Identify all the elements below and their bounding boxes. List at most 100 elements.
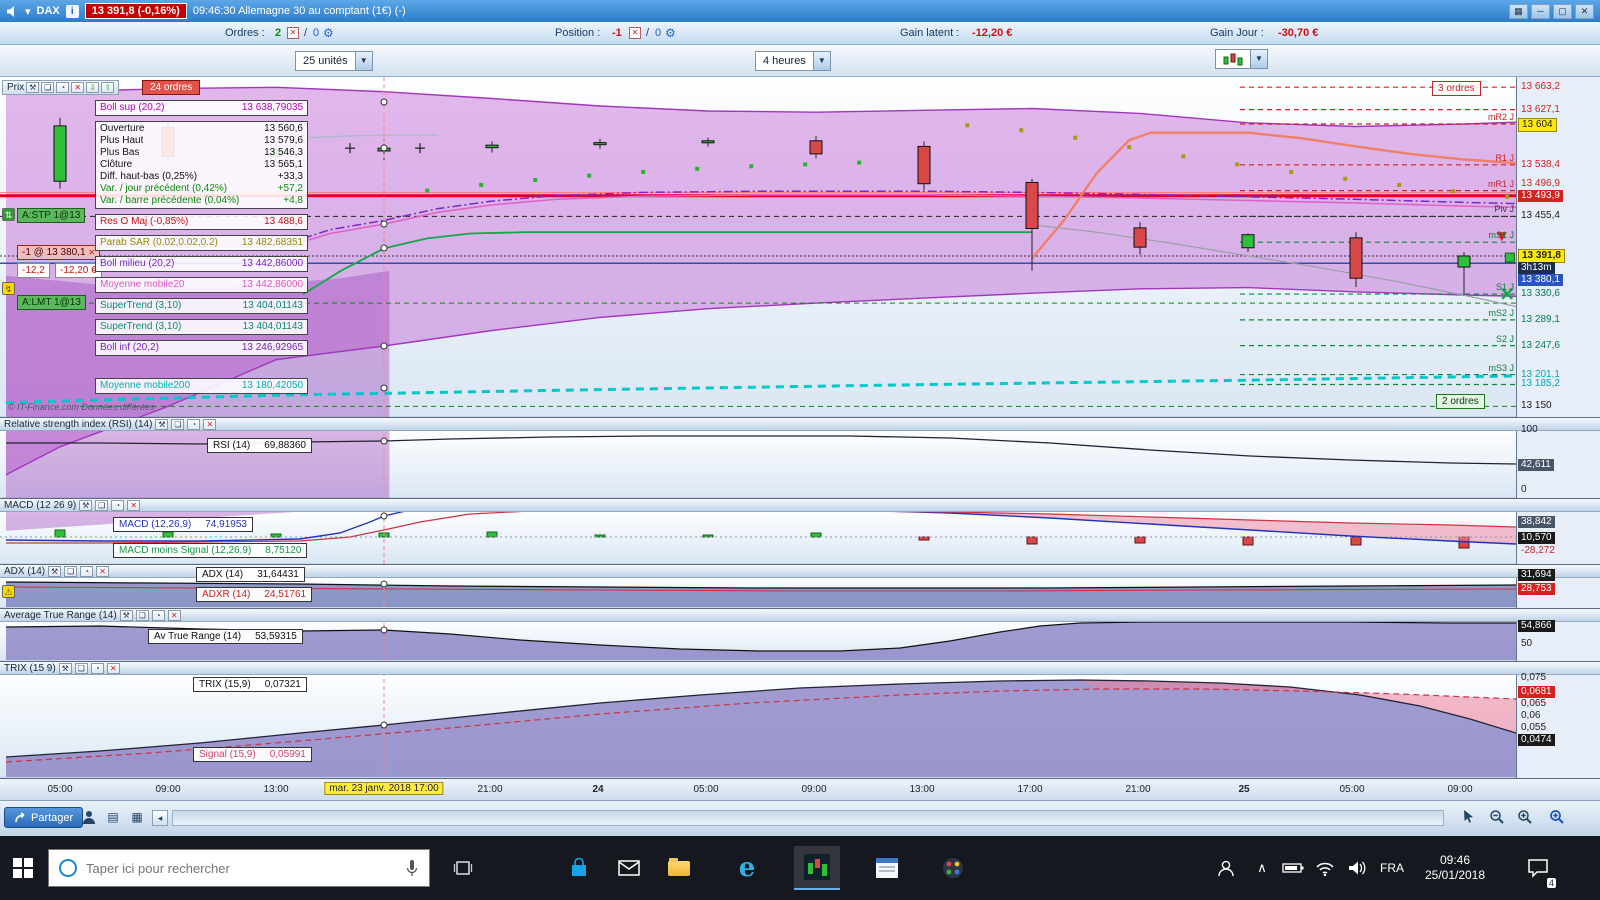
arrow-down-icon[interactable]: ⇩ [86,82,100,93]
new-window-icon[interactable]: ❏ [64,565,78,577]
legend-row: SuperTrend (3,10) 13 404,01143 [100,300,303,311]
start-button[interactable] [0,846,46,890]
action-center-button[interactable]: 4 [1516,836,1560,900]
close-icon[interactable]: ✕ [106,662,120,674]
alert-bell-icon[interactable]: ◔ [56,82,70,93]
settings-wrench-icon[interactable]: ⚒ [58,662,72,674]
limit-order-badge[interactable]: A:LMT 1@13 [17,295,86,310]
legend-row: Ouverture 13 560,6 [100,123,303,134]
new-window-icon[interactable]: ❏ [41,82,55,93]
taskbar-app-trading-active[interactable] [794,846,840,890]
close-all-positions-icon[interactable]: ✕ [629,27,641,39]
close-icon[interactable]: ✕ [127,499,141,511]
time-axis-label: 05:00 [47,784,73,795]
indicator-axis-label: 38,842 [1518,516,1555,528]
taskbar-search[interactable] [48,849,430,887]
orders-top-badge[interactable]: 3 ordres [1432,81,1481,96]
close-icon[interactable]: ✕ [71,82,85,93]
new-window-icon[interactable]: ❏ [135,609,149,621]
settings-wrench-icon[interactable]: ⚒ [79,499,93,511]
microphone-icon[interactable] [405,859,419,878]
close-button[interactable]: ✕ [1575,3,1594,19]
table-grid-icon[interactable]: ▦ [128,809,146,827]
profile-icon[interactable] [80,809,98,827]
minimize-button[interactable]: ─ [1531,3,1550,19]
info-icon[interactable]: i [65,4,79,18]
orders-bottom-badge[interactable]: 2 ordres [1436,394,1485,409]
alert-bell-icon[interactable]: ◔ [80,565,94,577]
chevron-down-icon[interactable]: ▾ [25,5,31,18]
settings-wrench-icon[interactable]: ⚒ [155,418,169,430]
task-view-button[interactable] [440,846,486,890]
legend-row: Var. / barre précédente (0,04%) +4,8 [100,195,303,206]
indicator-legend-box: Moyenne mobile20 13 442,86000 [95,277,308,293]
units-dropdown[interactable]: 25 unités ▼ [295,51,373,71]
search-input[interactable] [86,860,396,876]
new-window-icon[interactable]: ❏ [95,499,109,511]
cancel-all-orders-icon[interactable]: ✕ [287,27,299,39]
indicator-legend-box: Moyenne mobile200 13 180,42050 [95,378,308,394]
price-axis-label: 13 455,4 [1521,210,1560,222]
new-window-icon[interactable]: ❏ [171,418,185,430]
network-wifi-icon[interactable] [1310,836,1340,900]
timeframe-dropdown[interactable]: 4 heures ▼ [755,51,831,71]
taskbar-app-palette[interactable] [930,846,976,890]
tray-chevron-up-icon[interactable]: ∧ [1248,836,1276,900]
zoom-in-icon[interactable] [1516,809,1534,827]
alert-bell-icon[interactable]: ◔ [187,418,201,430]
panel-title: Average True Range (14) [4,609,117,621]
gain-jour-label: Gain Jour : [1210,27,1264,39]
settings-wrench-icon[interactable]: ⚒ [26,82,40,93]
settings-wrench-icon[interactable]: ⚒ [48,565,62,577]
price-axis-label: 13 496,9 [1521,178,1560,189]
chart-style-button[interactable]: ▼ [1215,49,1268,69]
order-arrows-icon[interactable]: ⇅ [2,208,15,221]
horizontal-scrollbar[interactable] [172,810,1444,826]
alert-flash-icon[interactable]: ↯ [2,282,15,295]
layout-grid-icon[interactable]: ▦ [1509,3,1528,19]
alert-bell-icon[interactable]: ◔ [151,609,165,621]
close-position-icon[interactable]: ✕ [88,248,95,257]
position-badge[interactable]: -1 @ 13 380,1 ✕ [17,245,101,260]
volume-icon[interactable] [1342,836,1372,900]
alert-bell-icon[interactable]: ◔ [90,662,104,674]
orders-count-badge[interactable]: 24 ordres [142,80,201,95]
orders-settings-gear-icon[interactable]: ⚙ [323,22,334,44]
timeframe-dropdown-value: 4 heures [763,55,806,67]
zoom-selection-icon[interactable] [1548,809,1566,827]
taskbar-app-edge[interactable]: e [724,846,770,890]
position-settings-gear-icon[interactable]: ⚙ [665,22,676,44]
price-panel-header: Prix ⚒ ❏ ◔ ✕ ⇩ ⇧ [2,80,120,95]
cursor-pointer-icon[interactable] [1460,809,1478,827]
settings-wrench-icon[interactable]: ⚒ [119,609,133,621]
close-icon[interactable]: ✕ [203,418,217,430]
close-icon[interactable]: ✕ [96,565,110,577]
alert-bell-icon[interactable]: ◔ [111,499,125,511]
indicator-axis-label: 0,065 [1521,698,1547,709]
arrow-up-icon[interactable]: ⇧ [101,82,115,93]
notes-list-icon[interactable]: ▤ [104,809,122,827]
indicator-legend-box: Boll inf (20,2) 13 246,92965 [95,340,308,356]
stop-order-badge[interactable]: A:STP 1@13 [17,208,86,223]
keyboard-language[interactable]: FRA [1374,836,1410,900]
taskbar-app-store[interactable] [556,846,602,890]
scroll-left-button[interactable]: ◂ [152,810,168,826]
people-icon[interactable] [1208,836,1244,900]
taskbar-app-explorer[interactable] [656,846,702,890]
new-window-icon[interactable]: ❏ [74,662,88,674]
share-icon [15,811,25,822]
time-axis-label: 21:00 [477,784,503,795]
panel-title: MACD (12 26 9) [4,499,77,511]
maximize-button[interactable]: ▢ [1553,3,1572,19]
indicator-axis-label: 0,0474 [1518,734,1555,746]
battery-icon[interactable] [1278,836,1308,900]
close-icon[interactable]: ✕ [167,609,181,621]
taskbar-app-mail[interactable] [606,846,652,890]
indicator-axis-label: 0,075 [1521,672,1547,683]
legend-row: Clôture 13 565,1 [100,159,303,170]
taskbar-clock[interactable]: 09:46 25/01/2018 [1412,836,1498,900]
share-button[interactable]: Partager [4,807,84,828]
zoom-out-icon[interactable] [1488,809,1506,827]
legend-row: Parab SAR (0.02,0.02,0.2) 13 482,68351 [100,237,303,248]
taskbar-app-window[interactable] [864,846,910,890]
